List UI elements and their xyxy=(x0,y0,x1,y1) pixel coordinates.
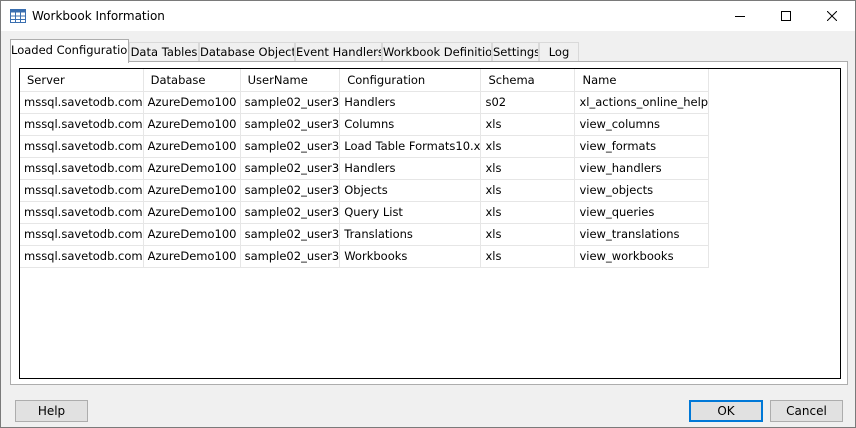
title-bar[interactable]: Workbook Information xyxy=(1,1,855,31)
column-header-schema[interactable]: Schema xyxy=(480,69,576,92)
configurations-table: Server Database UserName Configuration S… xyxy=(20,69,710,268)
workbook-information-window: Workbook Information Loaded Configuratio… xyxy=(0,0,856,428)
table-cell[interactable]: sample02_user3 xyxy=(240,179,341,202)
table-cell[interactable]: Handlers xyxy=(339,157,482,180)
table-cell[interactable]: view_queries xyxy=(574,201,710,224)
table-cell[interactable]: mssql.savetodb.com xyxy=(20,223,144,246)
help-button[interactable]: Help xyxy=(15,400,88,422)
tab-panel-loaded-configurations: Server Database UserName Configuration S… xyxy=(10,61,848,385)
table-row[interactable]: mssql.savetodb.com AzureDemo100 sample02… xyxy=(20,113,710,136)
table-row[interactable]: mssql.savetodb.com AzureDemo100 sample02… xyxy=(20,157,710,180)
table-cell[interactable]: sample02_user3 xyxy=(240,113,341,136)
column-header-server[interactable]: Server xyxy=(20,69,144,92)
table-row[interactable]: mssql.savetodb.com AzureDemo100 sample02… xyxy=(20,245,710,268)
table-cell[interactable]: mssql.savetodb.com xyxy=(20,201,144,224)
column-header-name[interactable]: Name xyxy=(574,69,710,92)
maximize-button[interactable] xyxy=(763,1,809,31)
tab-workbook-definition[interactable]: Workbook Definition xyxy=(382,42,492,62)
table-cell[interactable]: mssql.savetodb.com xyxy=(20,135,144,158)
table-cell[interactable]: view_columns xyxy=(574,113,710,136)
table-cell[interactable]: xl_actions_online_help xyxy=(574,91,710,114)
table-cell[interactable]: mssql.savetodb.com xyxy=(20,157,144,180)
table-row[interactable]: mssql.savetodb.com AzureDemo100 sample02… xyxy=(20,201,710,224)
column-header-configuration[interactable]: Configuration xyxy=(339,69,482,92)
table-icon xyxy=(10,9,26,23)
table-cell[interactable]: Handlers xyxy=(339,91,482,114)
table-cell[interactable]: Objects xyxy=(339,179,482,202)
table-cell[interactable]: sample02_user3 xyxy=(240,135,341,158)
table-cell[interactable]: xls xyxy=(480,179,576,202)
table-cell[interactable]: AzureDemo100 xyxy=(143,201,241,224)
close-button[interactable] xyxy=(809,1,855,31)
cancel-button[interactable]: Cancel xyxy=(770,400,843,422)
column-header-database[interactable]: Database xyxy=(143,69,241,92)
tab-database-objects[interactable]: Database Objects xyxy=(199,42,295,62)
close-icon xyxy=(827,11,837,21)
table-cell[interactable]: Load Table Formats10.x xyxy=(339,135,482,158)
tab-loaded-configurations[interactable]: Loaded Configurations xyxy=(10,39,129,63)
table-cell[interactable]: xls xyxy=(480,135,576,158)
table-cell[interactable]: mssql.savetodb.com xyxy=(20,91,144,114)
table-cell[interactable]: Workbooks xyxy=(339,245,482,268)
column-header-username[interactable]: UserName xyxy=(240,69,341,92)
table-cell[interactable]: Query List xyxy=(339,201,482,224)
configurations-grid[interactable]: Server Database UserName Configuration S… xyxy=(19,68,841,379)
table-cell[interactable]: Translations xyxy=(339,223,482,246)
tab-settings[interactable]: Settings xyxy=(492,42,539,62)
table-header-row: Server Database UserName Configuration S… xyxy=(20,69,710,92)
table-row[interactable]: mssql.savetodb.com AzureDemo100 sample02… xyxy=(20,91,710,114)
table-row[interactable]: mssql.savetodb.com AzureDemo100 sample02… xyxy=(20,179,710,202)
tab-log[interactable]: Log xyxy=(539,42,579,62)
table-cell[interactable]: sample02_user3 xyxy=(240,91,341,114)
tab-data-tables[interactable]: Data Tables xyxy=(129,42,199,62)
table-cell[interactable]: view_translations xyxy=(574,223,710,246)
table-cell[interactable]: xls xyxy=(480,245,576,268)
table-cell[interactable]: mssql.savetodb.com xyxy=(20,245,144,268)
table-cell[interactable]: sample02_user3 xyxy=(240,245,341,268)
table-cell[interactable]: AzureDemo100 xyxy=(143,113,241,136)
table-cell[interactable]: Columns xyxy=(339,113,482,136)
table-cell[interactable]: AzureDemo100 xyxy=(143,179,241,202)
table-cell[interactable]: view_objects xyxy=(574,179,710,202)
table-cell[interactable]: sample02_user3 xyxy=(240,157,341,180)
table-row[interactable]: mssql.savetodb.com AzureDemo100 sample02… xyxy=(20,223,710,246)
table-cell[interactable]: mssql.savetodb.com xyxy=(20,179,144,202)
minimize-button[interactable] xyxy=(717,1,763,31)
table-cell[interactable]: xls xyxy=(480,201,576,224)
minimize-icon xyxy=(735,16,745,17)
table-cell[interactable]: s02 xyxy=(480,91,576,114)
table-cell[interactable]: sample02_user3 xyxy=(240,201,341,224)
table-cell[interactable]: sample02_user3 xyxy=(240,223,341,246)
maximize-icon xyxy=(781,11,791,21)
table-cell[interactable]: view_workbooks xyxy=(574,245,710,268)
table-cell[interactable]: AzureDemo100 xyxy=(143,223,241,246)
window-title: Workbook Information xyxy=(32,9,165,23)
table-cell[interactable]: AzureDemo100 xyxy=(143,245,241,268)
table-cell[interactable]: xls xyxy=(480,113,576,136)
table-cell[interactable]: xls xyxy=(480,157,576,180)
table-row[interactable]: mssql.savetodb.com AzureDemo100 sample02… xyxy=(20,135,710,158)
table-cell[interactable]: view_formats xyxy=(574,135,710,158)
table-cell[interactable]: AzureDemo100 xyxy=(143,135,241,158)
tab-event-handlers[interactable]: Event Handlers xyxy=(295,42,382,62)
table-cell[interactable]: AzureDemo100 xyxy=(143,157,241,180)
ok-button[interactable]: OK xyxy=(689,400,763,422)
table-cell[interactable]: xls xyxy=(480,223,576,246)
table-cell[interactable]: AzureDemo100 xyxy=(143,91,241,114)
table-cell[interactable]: mssql.savetodb.com xyxy=(20,113,144,136)
table-cell[interactable]: view_handlers xyxy=(574,157,710,180)
